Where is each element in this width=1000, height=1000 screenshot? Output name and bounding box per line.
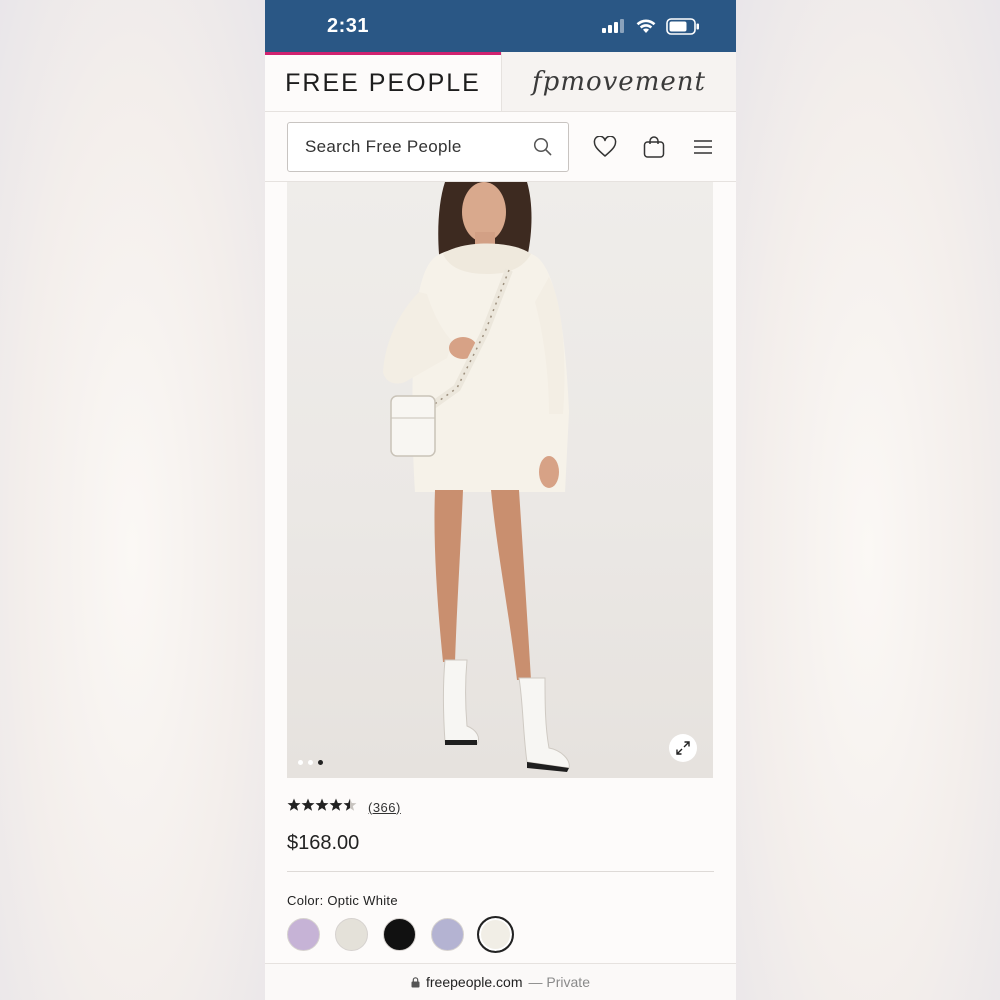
background-right — [736, 0, 1000, 1000]
product-price: $168.00 — [287, 832, 360, 854]
url-domain: freepeople.com — [426, 974, 523, 990]
shopping-bag-icon — [643, 135, 665, 158]
carousel-dot[interactable] — [308, 760, 313, 765]
signal-icon — [602, 19, 624, 33]
carousel-dot-active[interactable] — [318, 760, 323, 765]
status-icons — [602, 17, 700, 35]
divider — [287, 871, 714, 872]
color-swatches — [287, 916, 514, 953]
status-time: 2:31 — [327, 14, 370, 37]
phone-screen: 2:31 FREE PEOPLE fpmovement Search Free … — [265, 0, 736, 1000]
tab-fp-movement[interactable]: fpmovement — [501, 52, 736, 111]
product-image[interactable] — [287, 182, 713, 778]
color-label: Color: Optic White — [287, 893, 398, 908]
swatch-optic-white[interactable] — [477, 916, 514, 953]
status-bar: 2:31 — [265, 0, 736, 52]
carousel-dots — [298, 760, 323, 765]
fp-movement-logo: fpmovement — [532, 66, 706, 97]
battery-icon — [666, 17, 699, 35]
search-header: Search Free People — [265, 112, 736, 182]
swatch-periwinkle[interactable] — [431, 918, 464, 951]
wishlist-button[interactable] — [590, 132, 620, 162]
background-left — [0, 0, 265, 1000]
expand-icon — [676, 741, 690, 755]
lock-icon — [411, 976, 420, 987]
header-actions — [590, 132, 718, 162]
rating-row: (366) — [287, 798, 401, 816]
cart-button[interactable] — [639, 132, 669, 162]
url-private-label: — Private — [528, 974, 590, 990]
tab-free-people[interactable]: FREE PEOPLE — [265, 52, 501, 111]
heart-icon — [593, 135, 617, 157]
menu-button[interactable] — [688, 132, 718, 162]
swatch-ivory[interactable] — [335, 918, 368, 951]
expand-image-button[interactable] — [669, 734, 697, 762]
search-placeholder: Search Free People — [305, 136, 462, 156]
swatch-lilac[interactable] — [287, 918, 320, 951]
brand-tabs: FREE PEOPLE fpmovement — [265, 52, 736, 112]
wifi-icon — [636, 18, 656, 33]
carousel-dot[interactable] — [298, 760, 303, 765]
star-rating-icon — [287, 798, 357, 816]
swatch-black[interactable] — [383, 918, 416, 951]
browser-url-bar[interactable]: freepeople.com — Private — [265, 963, 736, 1000]
product-photo — [383, 182, 570, 772]
menu-icon — [694, 139, 712, 154]
search-icon[interactable] — [533, 137, 552, 156]
review-count-link[interactable]: (366) — [368, 800, 401, 815]
search-input[interactable]: Search Free People — [287, 121, 569, 172]
